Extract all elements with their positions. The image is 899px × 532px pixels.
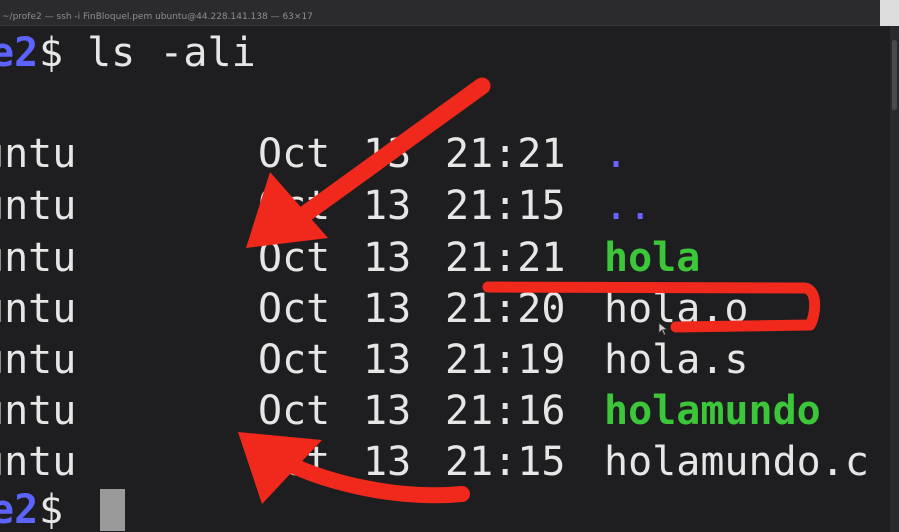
time-cell: 21:15	[445, 439, 566, 485]
command-line: e2 $ ls -ali	[0, 29, 256, 77]
prompt-host-fragment: e2	[0, 30, 39, 76]
filename-cell: holamundo	[604, 388, 821, 434]
owner-cell: untu	[0, 183, 77, 229]
prompt-symbol: $	[39, 30, 64, 76]
terminal-window: ~/profe2 — ssh -i FinBloquel.pem ubuntu@…	[0, 0, 899, 532]
month-cell: Oct	[258, 439, 331, 485]
month-cell: Oct	[258, 183, 331, 229]
day-cell: 13	[363, 131, 412, 177]
day-cell: 13	[363, 235, 412, 281]
time-cell: 21:19	[445, 337, 566, 383]
owner-cell: untu	[0, 286, 77, 332]
month-cell: Oct	[258, 235, 331, 281]
month-cell: Oct	[258, 337, 331, 383]
listing-row: untu 4096 Oct 13 21:21 .	[0, 130, 628, 178]
text-cursor	[100, 489, 125, 531]
day-cell: 13	[363, 286, 412, 332]
filename-cell: hola.s	[604, 337, 749, 383]
day-cell: 13	[363, 183, 412, 229]
listing-row: untu 4096 Oct 13 21:15 ..	[0, 182, 652, 230]
terminal-output[interactable]: e2 $ ls -ali untu 4096 Oct 13 21:21 . un…	[0, 0, 890, 532]
scrollbar-thumb[interactable]	[892, 40, 897, 110]
command-text: ls -ali	[63, 30, 256, 76]
time-cell: 21:21	[445, 131, 566, 177]
owner-cell: untu	[0, 337, 77, 383]
day-cell: 13	[363, 439, 412, 485]
owner-cell: untu	[0, 439, 77, 485]
filename-cell: .	[604, 131, 629, 177]
prompt-symbol: $	[39, 487, 64, 532]
filename-cell: holamundo.c	[604, 439, 869, 485]
owner-cell: untu	[0, 235, 77, 281]
listing-row: untu 699 Oct 13 21:19 hola.s	[0, 336, 749, 384]
month-cell: Oct	[258, 131, 331, 177]
prompt-host-fragment: e2	[0, 487, 39, 532]
listing-row: untu 9240 Oct 13 21:16 holamundo	[0, 387, 821, 435]
owner-cell: untu	[0, 388, 77, 434]
filename-cell: hola.o	[604, 286, 749, 332]
time-cell: 21:15	[445, 183, 566, 229]
time-cell: 21:16	[445, 388, 566, 434]
listing-row: untu 960 Oct 13 21:20 hola.o	[0, 285, 749, 333]
month-cell: Oct	[258, 286, 331, 332]
filename-cell: ..	[604, 183, 653, 229]
listing-row: untu 1128 Oct 13 21:21 hola	[0, 234, 700, 282]
time-cell: 21:20	[445, 286, 566, 332]
mouse-pointer-icon	[658, 322, 668, 336]
listing-row: untu 76 Oct 13 21:15 holamundo.c	[0, 438, 869, 486]
day-cell: 13	[363, 388, 412, 434]
filename-cell: hola	[604, 235, 701, 281]
time-cell: 21:21	[445, 235, 566, 281]
owner-cell: untu	[0, 131, 77, 177]
month-cell: Oct	[258, 388, 331, 434]
day-cell: 13	[363, 337, 412, 383]
